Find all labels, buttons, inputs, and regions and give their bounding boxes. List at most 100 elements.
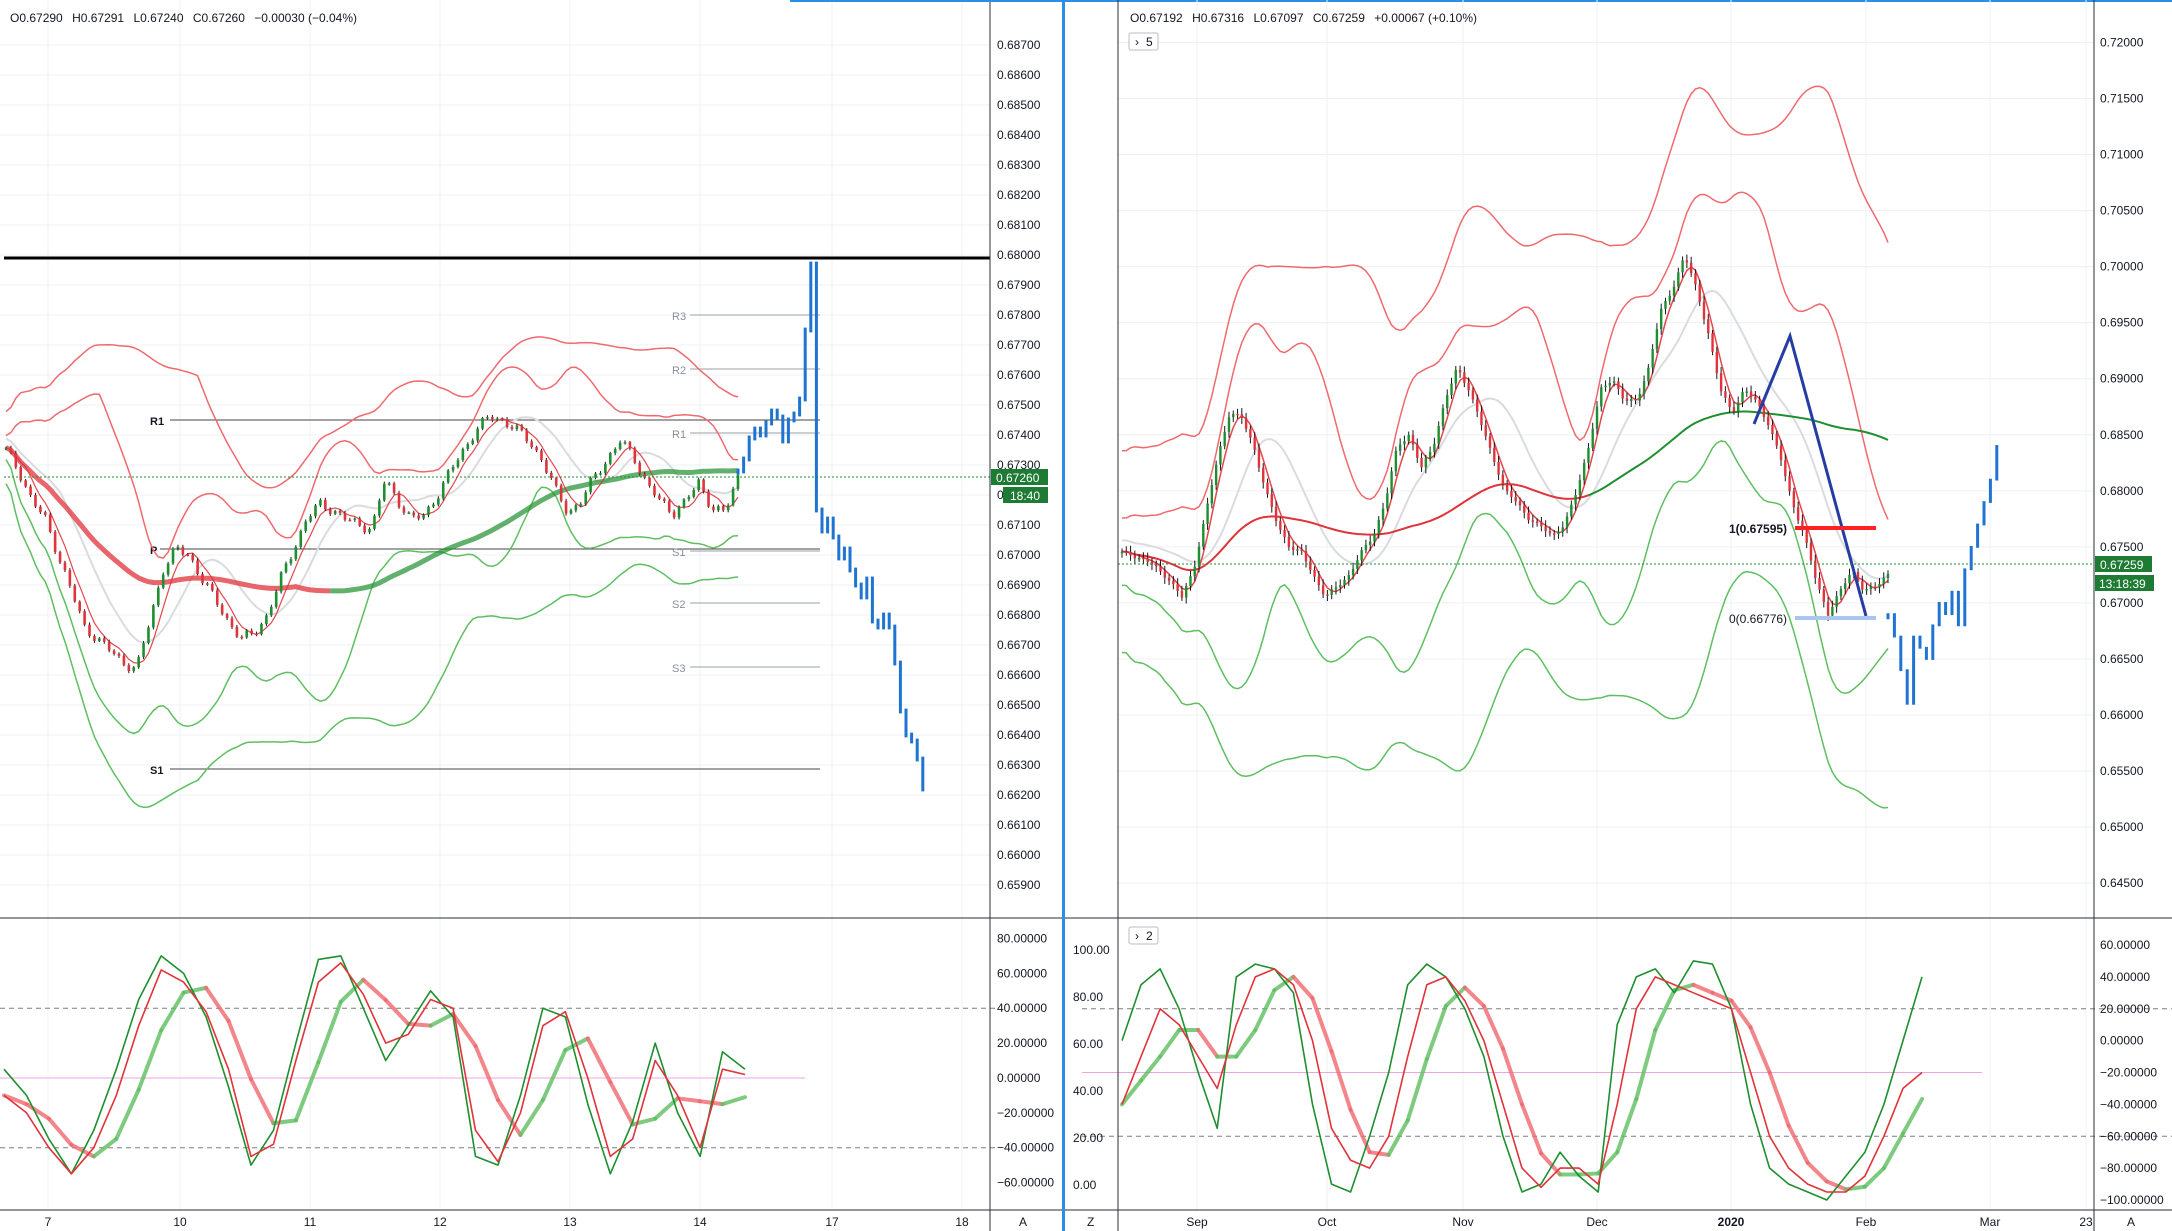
left-candle[interactable] <box>314 503 317 519</box>
left-projection-bar[interactable] <box>837 534 841 561</box>
left-candle[interactable] <box>83 609 86 627</box>
right-projection-bar[interactable] <box>1950 590 1954 616</box>
right-projection-bar[interactable] <box>1937 602 1941 627</box>
left-projection-bar[interactable] <box>904 708 908 738</box>
left-price-axis[interactable]: 0.68700 0.68600 0.68500 0.68400 0.68300 0.682… <box>997 38 1041 892</box>
left-candle[interactable] <box>34 492 37 509</box>
left-candle[interactable] <box>58 550 62 565</box>
left-projection-bar[interactable] <box>865 576 869 600</box>
left-projection-bar[interactable] <box>870 576 874 624</box>
left-projection-bar[interactable] <box>898 660 902 714</box>
pane-separator[interactable] <box>1062 0 1065 1231</box>
left-candle[interactable] <box>48 512 52 534</box>
left-candle[interactable] <box>171 547 175 565</box>
left-projection-bar[interactable] <box>915 738 919 762</box>
left-projection-bar[interactable] <box>742 456 746 474</box>
right-projection-bar[interactable] <box>1969 545 1973 571</box>
left-auto-scale-button[interactable]: A <box>1019 1215 1027 1229</box>
left-projection-bar[interactable] <box>876 618 880 630</box>
right-projection-bar[interactable] <box>1886 613 1890 620</box>
left-projection-bar[interactable] <box>809 261 813 333</box>
left-candle[interactable] <box>707 489 710 508</box>
right-projection-bar[interactable] <box>1912 635 1916 705</box>
left-candle[interactable] <box>584 490 588 506</box>
left-candle[interactable] <box>215 588 219 607</box>
left-candle[interactable] <box>392 481 396 495</box>
left-candle[interactable] <box>525 428 529 444</box>
right-projection-bar[interactable] <box>1944 602 1948 616</box>
left-candle[interactable] <box>653 483 656 498</box>
left-projection-bar[interactable] <box>814 261 818 513</box>
left-projection-bar[interactable] <box>831 516 835 540</box>
left-candle[interactable] <box>196 558 199 576</box>
right-zoom-button[interactable]: Z <box>1087 1215 1094 1229</box>
left-projection-bar[interactable] <box>792 411 796 423</box>
left-projection-bar[interactable] <box>848 546 852 573</box>
left-candle[interactable] <box>731 486 735 507</box>
left-candle[interactable] <box>19 465 23 483</box>
left-candle[interactable] <box>220 603 224 616</box>
left-projection-bar[interactable] <box>798 396 802 417</box>
left-projection-bar[interactable] <box>770 408 774 426</box>
left-candle[interactable] <box>559 483 563 503</box>
left-candle[interactable] <box>142 640 145 660</box>
left-projection-bar[interactable] <box>758 426 762 438</box>
left-candle[interactable] <box>147 625 150 645</box>
left-candle[interactable] <box>446 468 450 484</box>
left-projection-bar[interactable] <box>747 435 751 462</box>
right-projection-bar[interactable] <box>1918 635 1922 649</box>
left-projection-bar[interactable] <box>820 507 824 534</box>
left-candle[interactable] <box>382 481 386 502</box>
right-projection-bar[interactable] <box>1899 635 1903 672</box>
left-projection-bar[interactable] <box>882 612 886 630</box>
right-projection-bar[interactable] <box>1956 590 1960 627</box>
indicators-collapse-button[interactable]: › 5 <box>1128 32 1159 51</box>
right-projection-bar[interactable] <box>1892 613 1896 638</box>
right-candle[interactable] <box>1202 520 1205 550</box>
left-candle[interactable] <box>476 426 479 443</box>
right-projection-bar[interactable] <box>1982 501 1986 526</box>
left-candle[interactable] <box>137 655 140 669</box>
left-candle[interactable] <box>73 583 77 603</box>
left-candle[interactable] <box>564 498 568 516</box>
left-candle[interactable] <box>667 499 671 514</box>
left-candle[interactable] <box>156 585 160 608</box>
left-projection-bar[interactable] <box>826 516 830 534</box>
left-candle[interactable] <box>589 476 592 495</box>
left-candle[interactable] <box>14 450 18 470</box>
right-projection-bar[interactable] <box>1931 624 1935 660</box>
left-projection-bar[interactable] <box>786 417 790 444</box>
left-candle[interactable] <box>274 589 278 609</box>
left-candle[interactable] <box>481 416 484 431</box>
left-candle[interactable] <box>294 545 298 561</box>
oscillator-collapse-button[interactable]: › 2 <box>1128 926 1159 945</box>
right-projection-bar[interactable] <box>1905 669 1909 705</box>
left-candle[interactable] <box>736 473 740 491</box>
left-projection-bar[interactable] <box>764 420 768 438</box>
left-projection-bar[interactable] <box>781 414 785 444</box>
left-candle[interactable] <box>161 572 165 590</box>
left-candle[interactable] <box>397 490 401 509</box>
left-candle[interactable] <box>53 529 57 555</box>
left-candle[interactable] <box>702 478 705 494</box>
left-candle[interactable] <box>279 571 283 594</box>
right-candle[interactable] <box>1711 329 1714 356</box>
left-projection-bar[interactable] <box>887 612 891 630</box>
left-projection-bar[interactable] <box>842 546 846 561</box>
right-projection-bar[interactable] <box>1976 523 1980 548</box>
left-candle[interactable] <box>682 498 686 509</box>
left-projection-bar[interactable] <box>753 426 757 441</box>
left-candle[interactable] <box>201 572 204 586</box>
left-candle[interactable] <box>638 460 642 476</box>
left-candle[interactable] <box>604 461 607 476</box>
left-candle[interactable] <box>152 604 155 630</box>
left-projection-bar[interactable] <box>921 756 925 792</box>
left-candle[interactable] <box>166 561 170 577</box>
left-projection-bar[interactable] <box>775 408 779 420</box>
right-auto-scale-button[interactable]: A <box>2127 1215 2135 1229</box>
left-candle[interactable] <box>441 480 445 501</box>
right-projection-bar[interactable] <box>1995 445 1999 481</box>
left-candle[interactable] <box>68 568 72 588</box>
left-candle[interactable] <box>677 505 681 520</box>
left-candle[interactable] <box>299 529 303 549</box>
